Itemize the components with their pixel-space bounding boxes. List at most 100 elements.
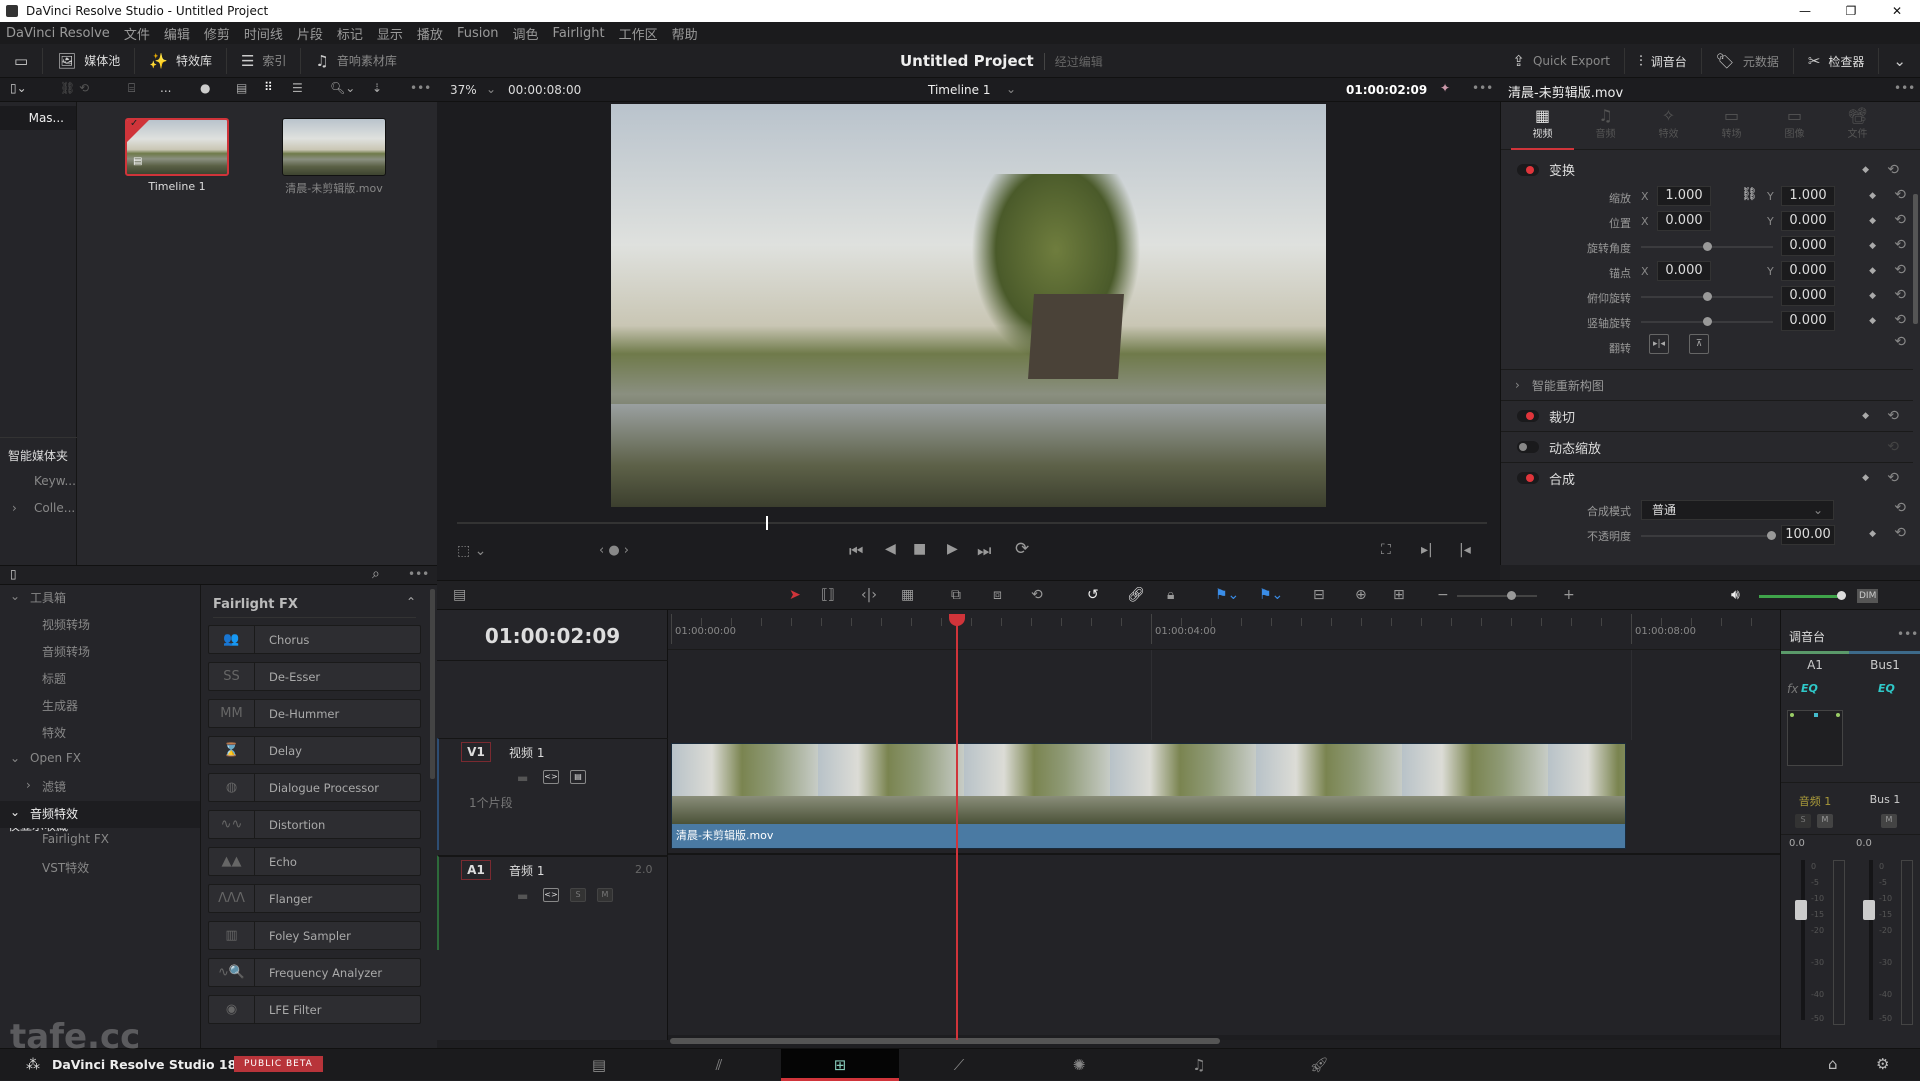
list-view-icon[interactable]: ☰	[292, 81, 303, 95]
bin-master[interactable]: Mas...	[0, 106, 76, 130]
tree-item[interactable]: 视频转场	[42, 616, 90, 633]
param-slider[interactable]	[1641, 242, 1773, 251]
dynamic-trim-icon[interactable]: ‹|›	[861, 587, 877, 603]
solo-button[interactable]: S	[570, 888, 586, 902]
loop-button[interactable]: ⟳	[1015, 539, 1029, 559]
inspector-tab-1[interactable]: ♫ 音频	[1574, 102, 1637, 150]
menu-item[interactable]: 时间线	[244, 24, 283, 43]
mute-button[interactable]: M	[597, 888, 613, 902]
link-icon[interactable]: ⛓	[1741, 187, 1758, 202]
dynamic-zoom-toggle[interactable]	[1517, 441, 1539, 453]
replace-clip-icon[interactable]: ⟲	[1031, 587, 1043, 603]
inspector-tab-3[interactable]: ▭ 转场	[1700, 102, 1763, 150]
panel-toggle-icon[interactable]: ▯	[10, 567, 17, 581]
marker-icon[interactable]: ⚑⌄	[1259, 587, 1283, 603]
menu-item[interactable]: DaVinci Resolve	[6, 26, 110, 41]
section-crop[interactable]: 裁切	[1549, 407, 1575, 426]
inspector-tab-0[interactable]: ▦ 视频	[1511, 102, 1574, 150]
viewer-options-icon[interactable]: •••	[1472, 81, 1493, 95]
chevron-down-icon[interactable]: ⌄	[1006, 82, 1016, 96]
track-id[interactable]: V1	[461, 742, 491, 762]
reset-icon[interactable]: ⟲	[1894, 212, 1906, 228]
tree-item[interactable]: 生成器	[42, 697, 78, 714]
toolbar-index[interactable]: ☰ 索引	[227, 47, 302, 74]
mixer-toggle-button[interactable]: ⫶ 调音台	[1625, 48, 1702, 74]
opacity-field[interactable]: 100.00	[1781, 525, 1835, 545]
play-reverse-button[interactable]: ◀	[885, 541, 896, 557]
zoom-detail-icon[interactable]: ⊕	[1355, 587, 1367, 603]
keyframe-icon[interactable]: ◆	[1869, 291, 1876, 301]
tree-item[interactable]: 滤镜	[42, 778, 66, 795]
search-icon[interactable]: ⌕	[372, 566, 380, 582]
viewer-scrubber[interactable]	[457, 516, 1487, 530]
param-y-field[interactable]: 0.000	[1781, 211, 1835, 231]
page-deliver[interactable]: 🚀︎	[1260, 1049, 1378, 1081]
effect-item[interactable]: 👥 Chorus	[208, 625, 421, 654]
position-lock-icon[interactable]: 🔒︎	[1167, 587, 1174, 603]
settings-icon[interactable]: ⚙	[1876, 1055, 1889, 1073]
section-composite[interactable]: 合成	[1549, 469, 1575, 488]
tree-item[interactable]: 标题	[42, 670, 66, 687]
inspector-button[interactable]: ✂ 检查器	[1794, 48, 1880, 74]
lock-icon[interactable]: ▬	[517, 771, 528, 785]
param-slider[interactable]	[1641, 292, 1773, 301]
param-x-field[interactable]: 0.000	[1657, 211, 1711, 231]
thumb-size-slider[interactable]: ●	[200, 81, 210, 95]
keyframe-icon[interactable]: ◆	[1862, 473, 1869, 483]
effect-item[interactable]: ◍ Dialogue Processor	[208, 773, 421, 802]
workspace-toggle-button[interactable]: ▭	[0, 47, 44, 74]
options-icon[interactable]: •••	[410, 81, 431, 95]
tree-item[interactable]: 工具箱	[30, 589, 66, 606]
keyframe-icon[interactable]: ◆	[1869, 241, 1876, 251]
menu-item[interactable]: 帮助	[672, 24, 698, 43]
flag-icon[interactable]: ⚑⌄	[1215, 587, 1239, 603]
page-media[interactable]: ▤	[540, 1049, 658, 1081]
section-smart-reframe[interactable]: 智能重新构图	[1532, 377, 1604, 394]
menu-item[interactable]: Fairlight	[553, 26, 605, 41]
reset-icon[interactable]: ⟲	[1894, 334, 1906, 350]
eq-button[interactable]: EQ	[1878, 682, 1895, 695]
param-slider[interactable]	[1641, 317, 1773, 326]
pan-control[interactable]	[1787, 710, 1843, 766]
crop-toggle[interactable]	[1517, 410, 1539, 422]
chevron-down-icon[interactable]: ⌄	[10, 751, 20, 765]
blade-tool-icon[interactable]: ▦	[901, 587, 914, 603]
home-icon[interactable]: ⌂	[1828, 1055, 1838, 1073]
quick-export-button[interactable]: ⇪ Quick Export	[1498, 48, 1625, 74]
toolbar-media-pool[interactable]: 🖼 媒体池	[43, 47, 136, 74]
tree-item[interactable]: VST特效	[42, 859, 89, 876]
dim-button[interactable]: DIM	[1857, 589, 1879, 603]
flip-vertical-button[interactable]: ⊼	[1689, 334, 1709, 354]
keyframe-icon[interactable]: ◆	[1869, 266, 1876, 276]
timeline-ruler[interactable]: 01:00:00:00 01:00:04:00 01:00:08:00	[668, 610, 1780, 650]
reset-icon[interactable]: ⟲	[1894, 262, 1906, 278]
eq-button[interactable]: EQ	[1801, 682, 1818, 695]
collapse-icon[interactable]: ⌃	[406, 595, 416, 609]
param-y-field[interactable]: 0.000	[1781, 311, 1835, 331]
effect-item[interactable]: ▲▲ Echo	[208, 847, 421, 876]
inspector-tab-4[interactable]: ▭ 图像	[1763, 102, 1826, 150]
metadata-button[interactable]: 🏷 元数据	[1702, 48, 1794, 74]
zoom-full-icon[interactable]: ⊟	[1313, 587, 1325, 603]
reset-icon[interactable]: ⟲	[1887, 470, 1899, 486]
fx-icon[interactable]: fx	[1787, 682, 1798, 696]
toolbar-effects[interactable]: ✨ 特效库	[135, 47, 227, 74]
timeline-zoom-slider[interactable]	[1457, 591, 1537, 600]
param-y-field[interactable]: 1.000	[1781, 186, 1835, 206]
fader-handle[interactable]	[1795, 900, 1807, 920]
chevron-down-icon[interactable]: ⌄	[10, 805, 20, 819]
lock-icon[interactable]: ▬	[517, 889, 528, 903]
scrubber-handle[interactable]	[766, 516, 768, 530]
clip-thumbnail-timeline[interactable]: ✓ ▤	[125, 118, 229, 176]
solo-button[interactable]: S	[1795, 814, 1811, 828]
expand-button[interactable]: ⌄	[1879, 48, 1920, 74]
video-clip[interactable]: 清晨-未剪辑版.mov	[671, 743, 1626, 849]
slider-knob[interactable]	[1703, 292, 1712, 301]
next-edit-icon[interactable]: ▸|	[1421, 542, 1433, 558]
selection-tool-icon[interactable]: ➤	[789, 587, 801, 603]
timeline-scrollbar[interactable]	[670, 1038, 1220, 1044]
stop-button[interactable]: ■	[913, 541, 926, 557]
page-edit[interactable]: ⊞	[781, 1049, 899, 1081]
page-color[interactable]: ✺	[1020, 1049, 1138, 1081]
effect-item[interactable]: ΛΛΛ Flanger	[208, 884, 421, 913]
